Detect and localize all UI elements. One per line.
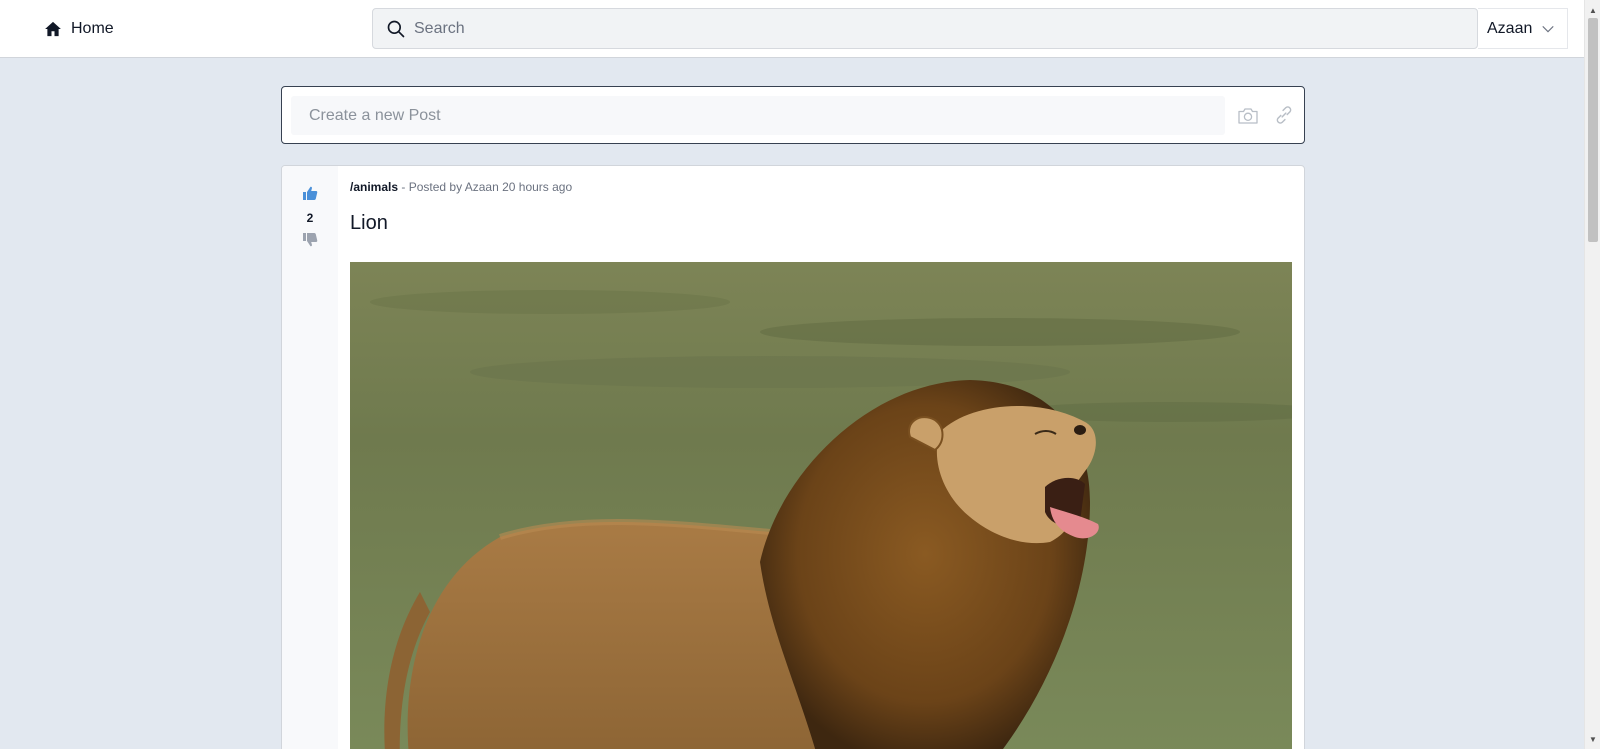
- create-post-box: [281, 86, 1305, 144]
- thumbs-up-icon[interactable]: [302, 185, 318, 201]
- lion-photo: [350, 262, 1292, 749]
- create-post-input[interactable]: [291, 96, 1225, 135]
- search-icon: [387, 20, 405, 37]
- home-link[interactable]: Home: [44, 17, 114, 41]
- chevron-down-icon: [1542, 25, 1554, 32]
- home-icon: [45, 21, 61, 37]
- link-icon[interactable]: [1273, 104, 1295, 126]
- vote-score: 2: [306, 211, 314, 225]
- community-link[interactable]: /animals: [350, 180, 398, 194]
- search-bar[interactable]: [372, 8, 1478, 49]
- vote-column: 2: [282, 166, 338, 749]
- post-author-time: - Posted by Azaan 20 hours ago: [398, 180, 573, 194]
- top-navbar: Home Azaan: [0, 0, 1584, 58]
- post-title[interactable]: Lion: [350, 212, 388, 235]
- post-card: 2 /animals - Posted by Azaan 20 hours ag…: [281, 165, 1305, 749]
- page-scrollbar[interactable]: ▲ ▼: [1584, 0, 1600, 749]
- camera-icon[interactable]: [1236, 104, 1260, 128]
- scroll-up-arrow-icon[interactable]: ▲: [1585, 2, 1600, 18]
- scrollbar-thumb[interactable]: [1588, 18, 1598, 242]
- home-label: Home: [71, 20, 114, 37]
- search-input[interactable]: [414, 19, 1454, 38]
- scroll-down-arrow-icon[interactable]: ▼: [1585, 731, 1600, 747]
- user-name: Azaan: [1487, 19, 1533, 37]
- post-image[interactable]: [350, 262, 1292, 749]
- post-meta: /animals - Posted by Azaan 20 hours ago: [350, 180, 572, 194]
- user-menu-dropdown[interactable]: Azaan: [1478, 8, 1568, 49]
- thumbs-down-icon[interactable]: [302, 232, 318, 248]
